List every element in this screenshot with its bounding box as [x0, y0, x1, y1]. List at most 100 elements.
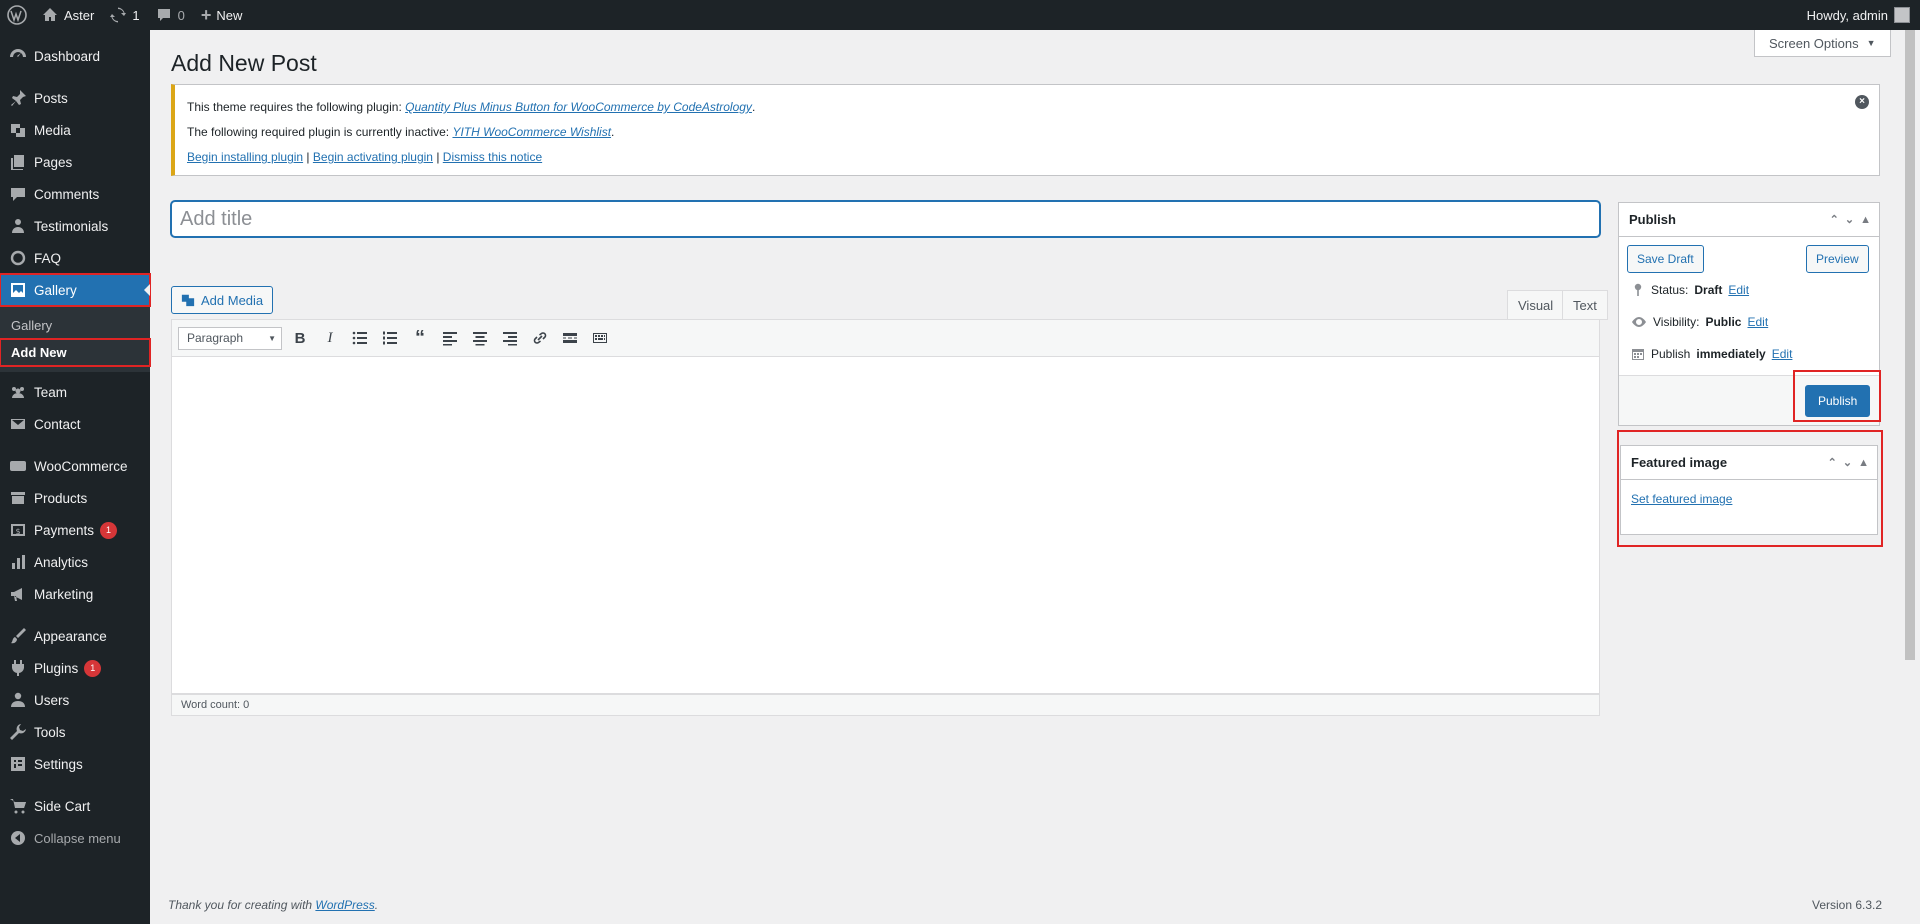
menu-team[interactable]: Team — [0, 376, 150, 408]
align-center-icon[interactable] — [468, 326, 492, 350]
menu-faq[interactable]: FAQ — [0, 242, 150, 274]
main-content: Screen Options ▼ Add New Post This theme… — [150, 30, 1900, 924]
page-scrollbar[interactable] — [1900, 30, 1920, 924]
menu-analytics[interactable]: Analytics — [0, 546, 150, 578]
wordpress-logo-icon[interactable] — [0, 0, 34, 30]
plugin-link-wishlist[interactable]: YITH WooCommerce Wishlist — [452, 125, 611, 139]
publish-button[interactable]: Publish — [1805, 385, 1871, 417]
mail-icon — [8, 414, 28, 434]
status-row: Status: Draft Edit — [1631, 283, 1749, 297]
toggle-arrow-icon[interactable]: ▲ — [1858, 457, 1869, 469]
begin-installing-link[interactable]: Begin installing plugin — [187, 150, 303, 164]
site-name-link[interactable]: Aster — [34, 0, 102, 30]
menu-dashboard[interactable]: Dashboard — [0, 40, 150, 72]
read-more-icon[interactable] — [558, 326, 582, 350]
menu-gallery[interactable]: Gallery — [0, 273, 151, 307]
menu-side-cart[interactable]: Side Cart — [0, 790, 150, 822]
chevron-up-icon[interactable]: ⌃ — [1830, 213, 1839, 226]
post-title-input[interactable]: Add title — [171, 201, 1600, 237]
publish-box: Publish ⌃ ⌄ ▲ Save Draft Preview Status:… — [1618, 202, 1881, 426]
begin-activating-link[interactable]: Begin activating plugin — [313, 150, 433, 164]
scrollbar-thumb[interactable] — [1905, 30, 1915, 660]
comment-icon — [157, 9, 170, 21]
users-icon — [8, 216, 28, 236]
chevron-down-icon[interactable]: ⌄ — [1843, 456, 1852, 469]
menu-pages[interactable]: Pages — [0, 146, 150, 178]
menu-appearance[interactable]: Appearance — [0, 620, 150, 652]
align-left-icon[interactable] — [438, 326, 462, 350]
payments-count-badge: 1 — [100, 521, 118, 539]
menu-posts[interactable]: Posts — [0, 82, 150, 114]
set-featured-image-link[interactable]: Set featured image — [1631, 492, 1732, 506]
chart-icon — [8, 552, 28, 572]
toolbar-toggle-icon[interactable] — [588, 326, 612, 350]
avatar[interactable] — [1894, 7, 1910, 23]
gallery-icon — [8, 280, 28, 300]
new-content-link[interactable]: + New — [193, 0, 251, 30]
menu-payments[interactable]: $ Payments 1 — [0, 514, 150, 546]
plugin-link-quantity[interactable]: Quantity Plus Minus Button for WooCommer… — [405, 100, 752, 114]
tab-visual[interactable]: Visual — [1507, 290, 1565, 320]
visibility-row: Visibility: Public Edit — [1631, 315, 1768, 329]
admin-bar: Aster 1 0 + New Howdy, admin — [0, 0, 1920, 30]
menu-tools[interactable]: Tools — [0, 716, 150, 748]
format-select[interactable]: Paragraph ▼ — [178, 326, 282, 350]
add-media-button[interactable]: Add Media — [171, 286, 274, 314]
menu-settings[interactable]: Settings — [0, 748, 150, 780]
user-icon — [8, 690, 28, 710]
plus-icon: + — [200, 4, 212, 25]
tab-text[interactable]: Text — [1562, 290, 1608, 320]
svg-text:$: $ — [15, 527, 20, 536]
media-icon — [8, 120, 28, 140]
edit-status-link[interactable]: Edit — [1728, 283, 1749, 297]
edit-schedule-link[interactable]: Edit — [1772, 347, 1793, 361]
wordpress-link[interactable]: WordPress — [315, 898, 374, 912]
dismiss-close-icon[interactable]: × — [1855, 95, 1869, 109]
pin-icon — [1634, 283, 1642, 296]
submenu-gallery[interactable]: Gallery — [0, 312, 150, 339]
bullet-list-icon[interactable] — [348, 326, 372, 350]
menu-plugins[interactable]: Plugins 1 — [0, 652, 150, 684]
submenu-add-new[interactable]: Add New — [0, 338, 151, 367]
menu-users[interactable]: Users — [0, 684, 150, 716]
menu-woocommerce[interactable]: WooCommerce — [0, 450, 150, 482]
menu-testimonials[interactable]: Testimonials — [0, 210, 150, 242]
plugin-notice: This theme requires the following plugin… — [171, 84, 1880, 176]
save-draft-button[interactable]: Save Draft — [1627, 245, 1704, 273]
bold-icon[interactable]: B — [288, 326, 312, 350]
pin-icon — [8, 88, 28, 108]
screen-options-button[interactable]: Screen Options ▼ — [1754, 30, 1891, 57]
menu-comments[interactable]: Comments — [0, 178, 150, 210]
footer-version: Version 6.3.2 — [1812, 898, 1883, 912]
blockquote-icon[interactable]: “ — [408, 326, 432, 350]
edit-visibility-link[interactable]: Edit — [1747, 315, 1768, 329]
align-right-icon[interactable] — [498, 326, 522, 350]
publish-actions: Publish — [1619, 370, 1881, 425]
woo-icon — [8, 456, 28, 476]
content-editor: Paragraph ▼ B I “ — [171, 319, 1600, 694]
menu-contact[interactable]: Contact — [0, 408, 150, 440]
italic-icon[interactable]: I — [318, 326, 342, 350]
menu-marketing[interactable]: Marketing — [0, 578, 150, 610]
chevron-up-icon[interactable]: ⌃ — [1828, 456, 1837, 469]
gallery-submenu: Gallery Add New — [0, 306, 151, 372]
link-icon[interactable] — [528, 326, 552, 350]
numbered-list-icon[interactable] — [378, 326, 402, 350]
media-icon — [181, 294, 195, 307]
pages-icon — [8, 152, 28, 172]
howdy-text[interactable]: Howdy, admin — [1807, 8, 1888, 23]
toggle-arrow-icon[interactable]: ▲ — [1860, 214, 1871, 226]
publish-box-header: Publish ⌃ ⌄ ▲ — [1619, 203, 1879, 237]
chevron-down-icon[interactable]: ⌄ — [1845, 213, 1854, 226]
collapse-menu-button[interactable]: Collapse menu — [0, 822, 150, 854]
updates-link[interactable]: 1 — [102, 0, 147, 30]
preview-button[interactable]: Preview — [1806, 245, 1869, 273]
page-title: Add New Post — [171, 50, 317, 76]
comments-link[interactable]: 0 — [148, 0, 193, 30]
menu-products[interactable]: Products — [0, 482, 150, 514]
caret-down-icon: ▼ — [1866, 38, 1876, 48]
menu-media[interactable]: Media — [0, 114, 150, 146]
editor-body[interactable] — [172, 357, 1599, 672]
editor-toolbar: Paragraph ▼ B I “ — [172, 320, 1599, 357]
dismiss-notice-link[interactable]: Dismiss this notice — [443, 150, 542, 164]
